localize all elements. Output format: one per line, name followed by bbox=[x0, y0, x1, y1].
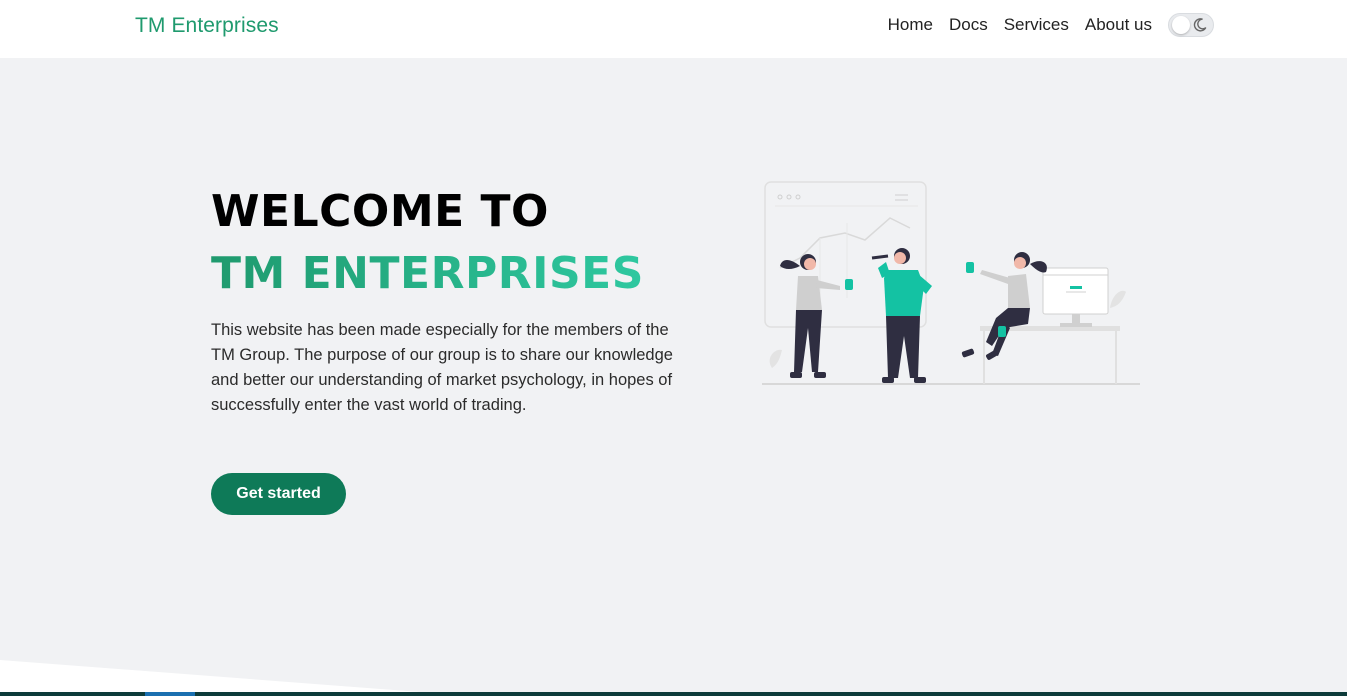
hero-title-line1: WELCOME TO bbox=[211, 186, 549, 237]
nav-item-services[interactable]: Services bbox=[1004, 15, 1069, 35]
hero-description: This website has been made especially fo… bbox=[211, 321, 673, 414]
top-navbar: TM Enterprises Home Docs Services About … bbox=[0, 0, 1347, 58]
team-collaboration-illustration bbox=[762, 181, 1140, 385]
main-nav: Home Docs Services About us bbox=[888, 13, 1214, 37]
nav-item-docs[interactable]: Docs bbox=[949, 15, 988, 35]
brand-logo-link[interactable]: TM Enterprises bbox=[135, 14, 279, 38]
nav-item-about-us[interactable]: About us bbox=[1085, 15, 1152, 35]
nav-item-home[interactable]: Home bbox=[888, 15, 933, 35]
bottom-wave-divider bbox=[0, 660, 1347, 696]
get-started-button[interactable]: Get started bbox=[211, 473, 346, 515]
theme-toggle[interactable] bbox=[1168, 13, 1214, 37]
hero-title-line2: TM ENTERPRISES bbox=[211, 248, 644, 299]
moon-icon bbox=[1193, 18, 1207, 32]
toggle-knob bbox=[1172, 16, 1190, 34]
